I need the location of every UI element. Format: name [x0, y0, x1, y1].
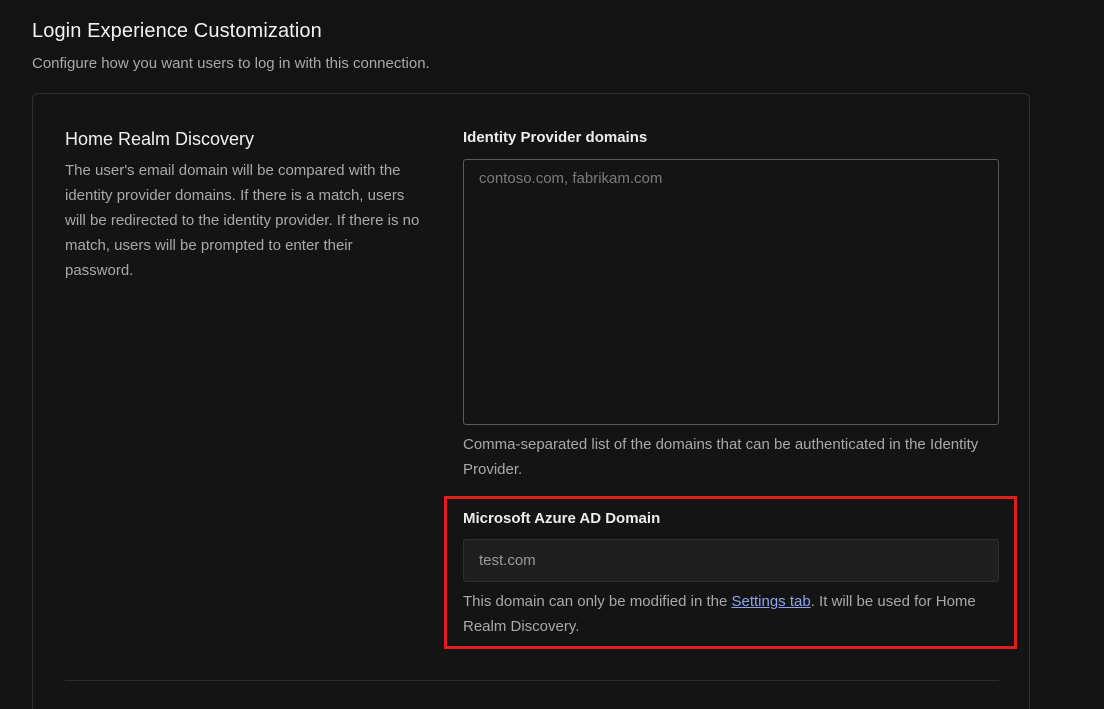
azure-ad-domain-label: Microsoft Azure AD Domain: [463, 510, 661, 527]
home-realm-discovery-title: Home Realm Discovery: [65, 129, 255, 149]
azure-ad-domain-input[interactable]: [463, 539, 999, 582]
idp-domains-label: Identity Provider domains: [463, 129, 648, 146]
azure-help-prefix: This domain can only be modified in the: [463, 593, 732, 610]
section-subtitle: Configure how you want users to log in w…: [32, 55, 430, 72]
idp-domains-help-text: Comma-separated list of the domains that…: [463, 436, 979, 478]
settings-tab-link[interactable]: Settings tab: [731, 593, 810, 610]
idp-domains-textarea[interactable]: [463, 159, 999, 425]
azure-ad-domain-help-text: This domain can only be modified in the …: [463, 589, 1003, 639]
section-title: Login Experience Customization: [32, 20, 322, 42]
section-divider: [65, 680, 999, 681]
login-experience-page: Login Experience Customization Configure…: [0, 0, 1104, 709]
home-realm-discovery-description: The user's email domain will be compared…: [65, 162, 420, 279]
settings-card: Home Realm Discovery The user's email do…: [32, 93, 1030, 709]
